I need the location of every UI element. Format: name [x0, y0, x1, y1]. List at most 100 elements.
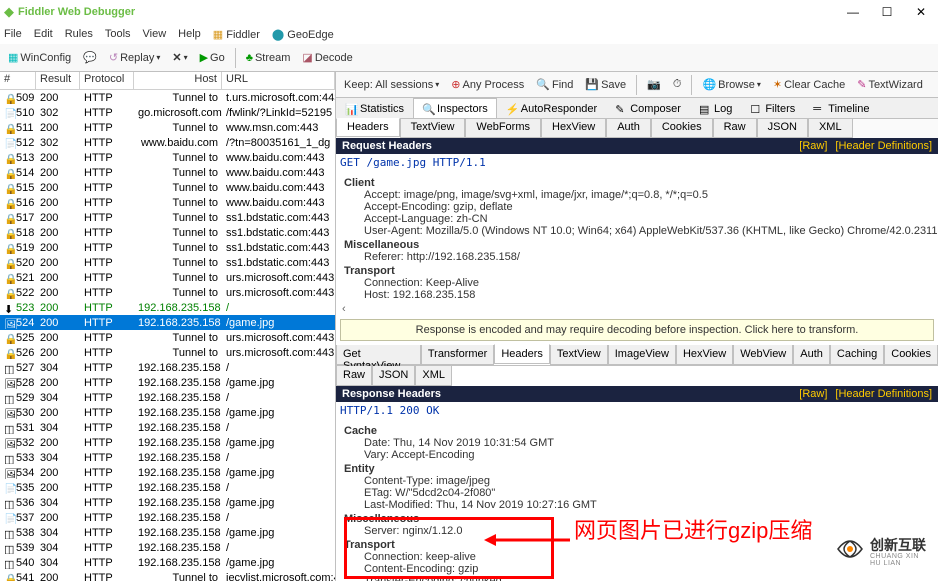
session-row[interactable]: ◫533304HTTP192.168.235.158/	[0, 450, 335, 465]
tab-composer[interactable]: ✎Composer	[606, 98, 690, 118]
reqtab-auth[interactable]: Auth	[606, 119, 651, 138]
resptab-auth[interactable]: Auth	[793, 345, 830, 365]
menu-fiddler[interactable]: ▦ Fiddler	[213, 28, 260, 41]
reqtab-webforms[interactable]: WebForms	[465, 119, 541, 138]
minimize-button[interactable]: —	[836, 0, 870, 24]
resptab-textview[interactable]: TextView	[550, 345, 608, 365]
session-row[interactable]: 🖼528200HTTP192.168.235.158/game.jpg	[0, 375, 335, 390]
resptab-hexview[interactable]: HexView	[676, 345, 733, 365]
session-row[interactable]: 🔒517200HTTPTunnel toss1.bdstatic.com:443	[0, 210, 335, 225]
stream-button[interactable]: ♣ Stream	[242, 50, 295, 66]
session-row[interactable]: 📄537200HTTP192.168.235.158/	[0, 510, 335, 525]
reqtab-json[interactable]: JSON	[757, 119, 808, 138]
reqtab-raw[interactable]: Raw	[713, 119, 757, 138]
col-protocol[interactable]: Protocol	[80, 72, 134, 89]
session-row[interactable]: 🖼534200HTTP192.168.235.158/game.jpg	[0, 465, 335, 480]
col-result[interactable]: Result	[36, 72, 80, 89]
col-url[interactable]: URL	[222, 72, 335, 89]
go-button[interactable]: ▶ Go	[196, 49, 229, 66]
menu-view[interactable]: View	[143, 28, 167, 40]
comment-button[interactable]: 💬	[79, 49, 101, 66]
session-row[interactable]: 📄535200HTTP192.168.235.158/	[0, 480, 335, 495]
resptab-getsyntaxview[interactable]: Get SyntaxView	[336, 345, 421, 365]
menu-file[interactable]: File	[4, 28, 22, 40]
replay-button[interactable]: ↺ Replay ▾	[105, 49, 164, 66]
browse-button[interactable]: 🌐 Browse ▾	[698, 76, 764, 93]
resptab-headers[interactable]: Headers	[494, 344, 550, 364]
session-row[interactable]: 🖼532200HTTP192.168.235.158/game.jpg	[0, 435, 335, 450]
session-row[interactable]: ⬇523200HTTP192.168.235.158/	[0, 300, 335, 315]
session-row[interactable]: 🔒516200HTTPTunnel towww.baidu.com:443	[0, 195, 335, 210]
tab-inspectors[interactable]: 🔍Inspectors	[413, 98, 497, 118]
tab-log[interactable]: ▤Log	[690, 98, 741, 118]
anyprocess-button[interactable]: ⊕ Any Process	[447, 76, 528, 93]
session-row[interactable]: 🔒525200HTTPTunnel tours.microsoft.com:44…	[0, 330, 335, 345]
remove-button[interactable]: ✕ ▾	[168, 49, 191, 66]
tab-timeline[interactable]: ═Timeline	[804, 98, 878, 118]
session-row[interactable]: 🔒513200HTTPTunnel towww.baidu.com:443	[0, 150, 335, 165]
grid-body[interactable]: 🔒509200HTTPTunnel tot.urs.microsoft.com:…	[0, 90, 335, 581]
session-row[interactable]: ◫539304HTTP192.168.235.158/	[0, 540, 335, 555]
session-row[interactable]: 🖼524200HTTP192.168.235.158/game.jpg	[0, 315, 335, 330]
clearcache-button[interactable]: ✶ Clear Cache	[769, 76, 849, 93]
col-num[interactable]: #	[0, 72, 36, 89]
session-row[interactable]: ◫527304HTTP192.168.235.158/	[0, 360, 335, 375]
camera-icon[interactable]: 📷	[643, 76, 665, 93]
resptab-cookies[interactable]: Cookies	[884, 345, 938, 365]
resptab2-xml[interactable]: XML	[415, 366, 452, 386]
resptab-webview[interactable]: WebView	[733, 345, 793, 365]
session-row[interactable]: 🔒514200HTTPTunnel towww.baidu.com:443	[0, 165, 335, 180]
resptab2-raw[interactable]: Raw	[336, 366, 372, 386]
keep-button[interactable]: Keep: All sessions ▾	[340, 77, 443, 93]
reqtab-textview[interactable]: TextView	[400, 119, 466, 138]
tab-autoresponder[interactable]: ⚡AutoResponder	[497, 98, 606, 118]
reqtab-headers[interactable]: Headers	[336, 118, 400, 137]
winconfig-button[interactable]: ▦ WinConfig	[4, 49, 75, 66]
session-row[interactable]: 🔒526200HTTPTunnel tours.microsoft.com:44…	[0, 345, 335, 360]
raw-link-resp[interactable]: [Raw]	[799, 388, 827, 400]
close-button[interactable]: ✕	[904, 0, 938, 24]
session-row[interactable]: ◫538304HTTP192.168.235.158/game.jpg	[0, 525, 335, 540]
textwizard-button[interactable]: ✎ TextWizard	[853, 76, 927, 93]
reqtab-cookies[interactable]: Cookies	[651, 119, 713, 138]
session-row[interactable]: ◫540304HTTP192.168.235.158/game.jpg	[0, 555, 335, 570]
raw-link[interactable]: [Raw]	[799, 140, 827, 152]
session-row[interactable]: 🔒509200HTTPTunnel tot.urs.microsoft.com:…	[0, 90, 335, 105]
session-row[interactable]: 🔒519200HTTPTunnel toss1.bdstatic.com:443	[0, 240, 335, 255]
resptab-caching[interactable]: Caching	[830, 345, 884, 365]
scroll-left-icon[interactable]: ‹	[336, 303, 938, 315]
decode-banner[interactable]: Response is encoded and may require deco…	[340, 319, 934, 341]
session-row[interactable]: ◫531304HTTP192.168.235.158/	[0, 420, 335, 435]
menu-geoedge[interactable]: ⬤ GeoEdge	[272, 28, 334, 41]
reqtab-hexview[interactable]: HexView	[541, 119, 606, 138]
resptab-transformer[interactable]: Transformer	[421, 345, 495, 365]
session-row[interactable]: 📄512302HTTPwww.baidu.com/?tn=80035161_1_…	[0, 135, 335, 150]
resptab-imageview[interactable]: ImageView	[608, 345, 676, 365]
tab-filters[interactable]: ☐Filters	[741, 98, 804, 118]
session-row[interactable]: 🔒518200HTTPTunnel toss1.bdstatic.com:443	[0, 225, 335, 240]
session-row[interactable]: 🔒515200HTTPTunnel towww.baidu.com:443	[0, 180, 335, 195]
request-headers-pane[interactable]: ClientAccept: image/png, image/svg+xml, …	[336, 171, 938, 303]
session-row[interactable]: 🔒541200HTTPTunnel toiecvlist.microsoft.c…	[0, 570, 335, 581]
decode-button[interactable]: ◪ Decode	[298, 49, 356, 66]
resptab2-json[interactable]: JSON	[372, 366, 415, 386]
header-defs-link-resp[interactable]: [Header Definitions]	[835, 388, 932, 400]
session-row[interactable]: 🔒511200HTTPTunnel towww.msn.com:443	[0, 120, 335, 135]
session-row[interactable]: 🔒520200HTTPTunnel toss1.bdstatic.com:443	[0, 255, 335, 270]
session-row[interactable]: 🔒521200HTTPTunnel tours.microsoft.com:44…	[0, 270, 335, 285]
session-row[interactable]: 🔒522200HTTPTunnel tours.microsoft.com:44…	[0, 285, 335, 300]
session-row[interactable]: 📄510302HTTPgo.microsoft.com/fwlink/?Link…	[0, 105, 335, 120]
tab-statistics[interactable]: 📊Statistics	[336, 98, 413, 118]
clock-icon[interactable]: ⏱	[669, 76, 686, 93]
find-button[interactable]: 🔍 Find	[532, 76, 577, 93]
menu-tools[interactable]: Tools	[105, 28, 131, 40]
session-row[interactable]: ◫536304HTTP192.168.235.158/game.jpg	[0, 495, 335, 510]
header-defs-link[interactable]: [Header Definitions]	[835, 140, 932, 152]
menu-rules[interactable]: Rules	[65, 28, 93, 40]
session-row[interactable]: ◫529304HTTP192.168.235.158/	[0, 390, 335, 405]
menu-help[interactable]: Help	[178, 28, 201, 40]
menu-edit[interactable]: Edit	[34, 28, 53, 40]
col-host[interactable]: Host	[134, 72, 222, 89]
session-row[interactable]: 🖼530200HTTP192.168.235.158/game.jpg	[0, 405, 335, 420]
maximize-button[interactable]: ☐	[870, 0, 904, 24]
